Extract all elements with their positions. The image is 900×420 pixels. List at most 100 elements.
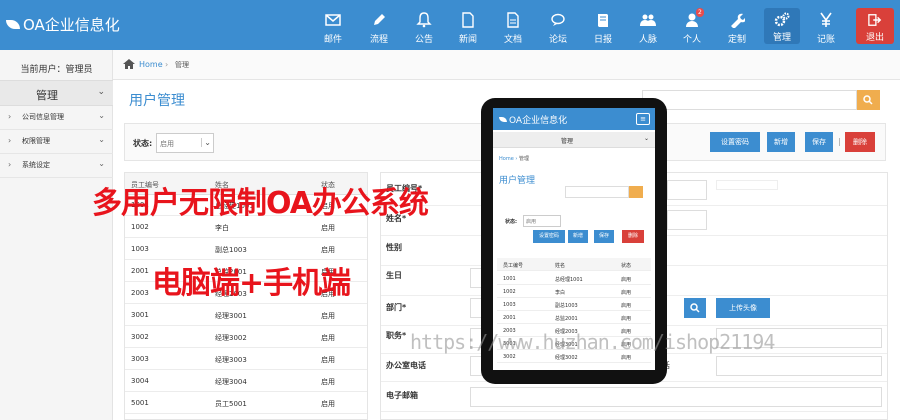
mobile-header-label: 管理 — [561, 138, 574, 145]
mobile-logo[interactable]: OA企业信息化 — [499, 113, 567, 126]
reset-password-button[interactable]: 设置密码 — [710, 132, 760, 152]
search-button[interactable] — [857, 90, 880, 110]
app-logo-text: OA企业信息化 — [23, 16, 120, 34]
promo-subline: 电脑端+手机端 — [152, 266, 351, 301]
page-title: 用户管理 — [129, 93, 185, 109]
nav-mail[interactable]: 邮件 — [315, 0, 351, 50]
nav-contacts[interactable]: 人脉 — [630, 0, 666, 50]
nav-news[interactable]: 新闻 — [450, 0, 486, 50]
nav-admin[interactable]: 管理 — [764, 8, 800, 44]
nav-daily[interactable]: 日报 — [585, 0, 621, 50]
table-cell: 3003 — [131, 355, 149, 363]
nav-notice[interactable]: 公告 — [406, 0, 442, 50]
table-row[interactable]: 5002员工5002启用 — [125, 415, 367, 420]
table-cell: 经理3004 — [215, 378, 247, 386]
mobile-table-cell: 启用 — [621, 277, 632, 283]
nav-label: 邮件 — [323, 35, 342, 45]
users-icon — [640, 14, 656, 26]
sidebar-item-company[interactable]: › 公司信息管理 ⌄ — [0, 106, 113, 130]
nav-label: 新闻 — [458, 35, 477, 45]
chevron-down-icon: ⌄ — [98, 159, 105, 168]
yen-icon — [820, 12, 832, 27]
name-input[interactable] — [667, 210, 707, 230]
breadcrumb-home-link[interactable]: Home — [139, 60, 163, 69]
app-logo[interactable]: OA企业信息化 — [6, 14, 120, 35]
mobile-save-button[interactable]: 保存 — [594, 230, 614, 243]
mobile-table-row[interactable]: 1003 副总1003 启用 — [497, 298, 651, 311]
mobile-search-button[interactable] — [629, 186, 643, 198]
save-button[interactable]: 保存 — [805, 132, 833, 152]
nav-label: 日报 — [593, 35, 612, 45]
mobile-add-button[interactable]: 新增 — [568, 230, 588, 243]
mobile-table-cell: 3002 — [503, 354, 516, 360]
table-cell: 启用 — [321, 246, 335, 254]
mobile-table-cell: 经理3002 — [555, 355, 578, 361]
sidebar-item-label: 系统设定 — [22, 161, 50, 169]
form-divider — [381, 411, 887, 412]
mobile-page-title: 用户管理 — [499, 176, 536, 186]
mobile-table-row[interactable]: 1002 李白 启用 — [497, 285, 651, 298]
delete-button[interactable]: 删除 — [845, 132, 875, 152]
mobile-table-cell: 总监2001 — [555, 316, 578, 322]
nav-docs[interactable]: 文档 — [495, 0, 531, 50]
table-cell: 1002 — [131, 223, 149, 231]
table-cell: 启用 — [321, 312, 335, 320]
dept-label: 部门* — [386, 303, 407, 312]
table-cell: 3004 — [131, 377, 149, 385]
nav-personal[interactable]: 2 个人 — [674, 0, 710, 50]
table-row[interactable]: 3004 经理3004 启用 — [125, 371, 367, 392]
mobile-table-cell: 启用 — [621, 303, 632, 309]
sidebar-item-system[interactable]: › 系统设定 ⌄ — [0, 154, 113, 178]
table-row[interactable]: 3001 经理3001 启用 — [125, 305, 367, 326]
nav-label: 流程 — [369, 35, 388, 45]
dept-search-button[interactable] — [684, 298, 706, 318]
table-cell: 副总1003 — [215, 246, 247, 254]
table-cell: 员工5001 — [215, 400, 247, 408]
email-input[interactable] — [470, 387, 882, 407]
upload-avatar-button[interactable]: 上传头像 — [716, 298, 770, 318]
table-cell: 2003 — [131, 289, 149, 297]
table-row[interactable]: 3002 经理3002 启用 — [125, 327, 367, 348]
mobile-status-value: 启用 — [526, 219, 537, 225]
bell-icon — [416, 12, 432, 28]
mobile-table-row[interactable]: 2001 总监2001 启用 — [497, 311, 651, 324]
nav-label: 定制 — [727, 35, 746, 45]
table-row[interactable]: 1003 副总1003 启用 — [125, 239, 367, 260]
breadcrumb: Home › 管理 — [113, 50, 900, 80]
search-input[interactable] — [642, 90, 857, 110]
chevron-right-icon: › — [8, 160, 12, 169]
status-select[interactable]: 启用 ⌄ — [156, 133, 214, 153]
chevron-down-icon: ⌄ — [98, 135, 105, 144]
table-row[interactable]: 3003 经理3003 启用 — [125, 349, 367, 370]
add-button[interactable]: 新增 — [767, 132, 795, 152]
sidebar-item-label: 公司信息管理 — [22, 113, 64, 121]
search-icon — [690, 303, 700, 313]
mobile-table-cell: 1002 — [503, 289, 516, 295]
breadcrumb-current: 管理 — [175, 61, 189, 69]
mobile-reset-password-button[interactable]: 设置密码 — [533, 230, 565, 243]
mobile-status-select[interactable]: 启用 — [523, 215, 561, 227]
hamburger-menu-icon[interactable]: ≡ — [636, 113, 650, 125]
nav-flow[interactable]: 流程 — [361, 0, 397, 50]
exit-button[interactable]: 退出 — [856, 8, 894, 44]
mobile-delete-button[interactable]: 删除 — [622, 230, 644, 243]
employee-no-input[interactable] — [667, 180, 707, 200]
nav-custom[interactable]: 定制 — [719, 0, 755, 50]
nav-forum[interactable]: 论坛 — [540, 0, 576, 50]
table-cell: 5001 — [131, 399, 149, 407]
mobile-table-row[interactable]: 1001 总经理1001 启用 — [497, 272, 651, 285]
mobile-phone-input[interactable] — [716, 356, 882, 376]
mobile-breadcrumb-home[interactable]: Home — [499, 156, 514, 162]
sidebar-item-permissions[interactable]: › 权限管理 ⌄ — [0, 130, 113, 154]
mobile-section-header[interactable]: 管理 ⌄ — [493, 132, 655, 148]
nav-accounting[interactable]: 记账 — [808, 0, 844, 50]
nav-label: 文档 — [503, 35, 522, 45]
chevron-right-icon: › — [8, 136, 12, 145]
app-screenshot: { "app": {"logo": "OA企业信息化"}, "nav": [ {… — [0, 0, 900, 420]
sidebar-header[interactable]: 管理 ⌄ — [0, 80, 113, 106]
table-row[interactable]: 5001 员工5001 启用 — [125, 393, 367, 414]
mobile-search-input[interactable] — [565, 186, 629, 198]
mobile-column-header: 员工编号 — [503, 263, 524, 269]
mobile-table-cell: 总经理1001 — [555, 277, 583, 283]
sidebar-header-label: 管理 — [36, 89, 58, 102]
